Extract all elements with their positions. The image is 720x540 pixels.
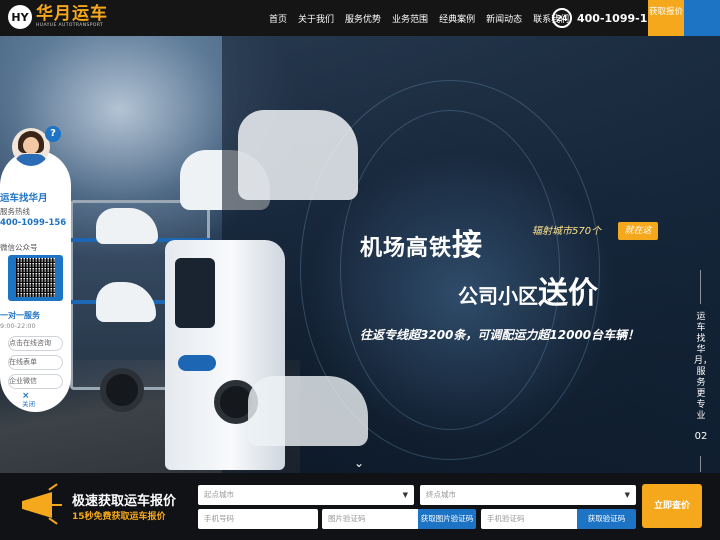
service-hours: 9:00-22:00 — [0, 322, 36, 330]
online-consult-button[interactable]: 点击在线咨询 — [8, 336, 63, 351]
wechat-label: 微信公众号 — [0, 243, 38, 252]
slogan-line-2-text: 公司小区 — [458, 284, 538, 308]
origin-city-placeholder: 起点城市 — [204, 490, 234, 499]
rail-divider — [700, 456, 701, 472]
nav-news[interactable]: 新闻动态 — [486, 12, 522, 25]
close-label: 关闭 — [22, 400, 35, 408]
quote-bar-title: 极速获取运车报价 — [72, 494, 177, 509]
24h-icon: 24 — [552, 8, 572, 28]
origin-city-select[interactable]: 起点城市 ▼ — [198, 485, 414, 505]
truck-logo — [178, 355, 216, 371]
megaphone-ray — [48, 483, 58, 491]
slogan-city-tag: 辐射城市570个 — [532, 226, 602, 237]
quote-bar-subtitle: 15秒免费获取运车报价 — [72, 512, 166, 522]
question-icon: ? — [45, 126, 61, 142]
phone-input[interactable]: 手机号码 — [198, 509, 318, 529]
car-image — [238, 110, 358, 200]
nav-home[interactable]: 首页 — [269, 12, 287, 25]
hotline-number[interactable]: 400-1099-156 — [0, 218, 71, 228]
destination-city-placeholder: 终点城市 — [426, 490, 456, 499]
panel-title: 运车找华月 — [0, 193, 48, 204]
qr-code-icon — [16, 258, 55, 297]
enterprise-wechat-button[interactable]: 企业微信 — [8, 374, 63, 389]
logo-text: 华月运车 HUAYUE AUTOTRANSPORT — [36, 3, 108, 29]
wechat-qr-code — [8, 255, 63, 301]
slogan-line-2: 公司小区送价 — [458, 268, 598, 312]
slogan-tag-button[interactable]: 就在这 — [618, 222, 658, 240]
vertical-tagline: 运车找华月，服务更专业 — [694, 312, 713, 421]
logo-chinese: 华月运车 — [36, 3, 108, 24]
image-code-input[interactable]: 图片验证码 — [322, 509, 418, 529]
service-title: 一对一服务 — [0, 311, 40, 320]
megaphone-ray — [52, 504, 62, 506]
slogan-line-1: 机场高铁接 — [360, 220, 483, 264]
hotline-label: 服务热线 — [0, 207, 30, 216]
logo-english: HUAYUE AUTOTRANSPORT — [36, 22, 104, 28]
megaphone-icon — [12, 478, 62, 528]
logo-mark: HY — [8, 5, 32, 29]
scroll-down-chevron-icon[interactable]: ⌄ — [354, 456, 364, 470]
get-image-code-button[interactable]: 获取图片验证码 — [418, 509, 476, 529]
slogan-line-2-big: 送价 — [538, 276, 598, 311]
close-panel-button[interactable]: × 关闭 — [22, 392, 48, 412]
destination-city-select[interactable]: 终点城市 ▼ — [420, 485, 636, 505]
header-quote-button[interactable]: 获取报价 — [648, 0, 684, 36]
nav-cases[interactable]: 经典案例 — [439, 12, 475, 25]
submit-quote-button[interactable]: 立即查价 — [642, 484, 702, 528]
main-nav: 首页 关于我们 服务优势 业务范围 经典案例 新闻动态 联系我们 — [269, 0, 580, 36]
slogan-line-1-big: 接 — [452, 228, 484, 263]
truck-wheel — [100, 368, 144, 412]
header-menu-button[interactable] — [684, 0, 720, 36]
sms-code-input[interactable]: 手机验证码 — [481, 509, 577, 529]
slide-number[interactable]: 02 — [694, 432, 708, 442]
header-phone[interactable]: 24 400-1099-156 — [552, 8, 663, 28]
slogan-line-1-text: 机场高铁 — [360, 236, 453, 261]
slogan-line-3: 往返专线超3200条，可调配运力超12000台车辆！ — [360, 328, 640, 342]
truck-window — [175, 258, 215, 328]
chevron-down-icon: ▼ — [402, 491, 408, 499]
get-sms-code-button[interactable]: 获取验证码 — [577, 509, 636, 529]
rail-divider — [700, 270, 701, 304]
avatar-body — [15, 154, 47, 166]
site-logo[interactable]: HY 华月运车 HUAYUE AUTOTRANSPORT — [8, 5, 108, 29]
close-icon: × — [22, 391, 30, 401]
hero-slogan: 机场高铁接 辐射城市570个 就在这 公司小区送价 往返专线超3200条，可调配… — [360, 220, 690, 350]
nav-services[interactable]: 业务范围 — [392, 12, 428, 25]
nav-advantages[interactable]: 服务优势 — [345, 12, 381, 25]
megaphone-body — [22, 492, 52, 518]
avatar-face — [23, 137, 39, 154]
nav-about[interactable]: 关于我们 — [298, 12, 334, 25]
site-header: HY 华月运车 HUAYUE AUTOTRANSPORT 首页 关于我们 服务优… — [0, 0, 720, 36]
chevron-down-icon: ▼ — [624, 491, 630, 499]
online-form-button[interactable]: 在线表单 — [8, 355, 63, 370]
megaphone-ray — [48, 517, 58, 525]
car-image — [248, 376, 368, 446]
